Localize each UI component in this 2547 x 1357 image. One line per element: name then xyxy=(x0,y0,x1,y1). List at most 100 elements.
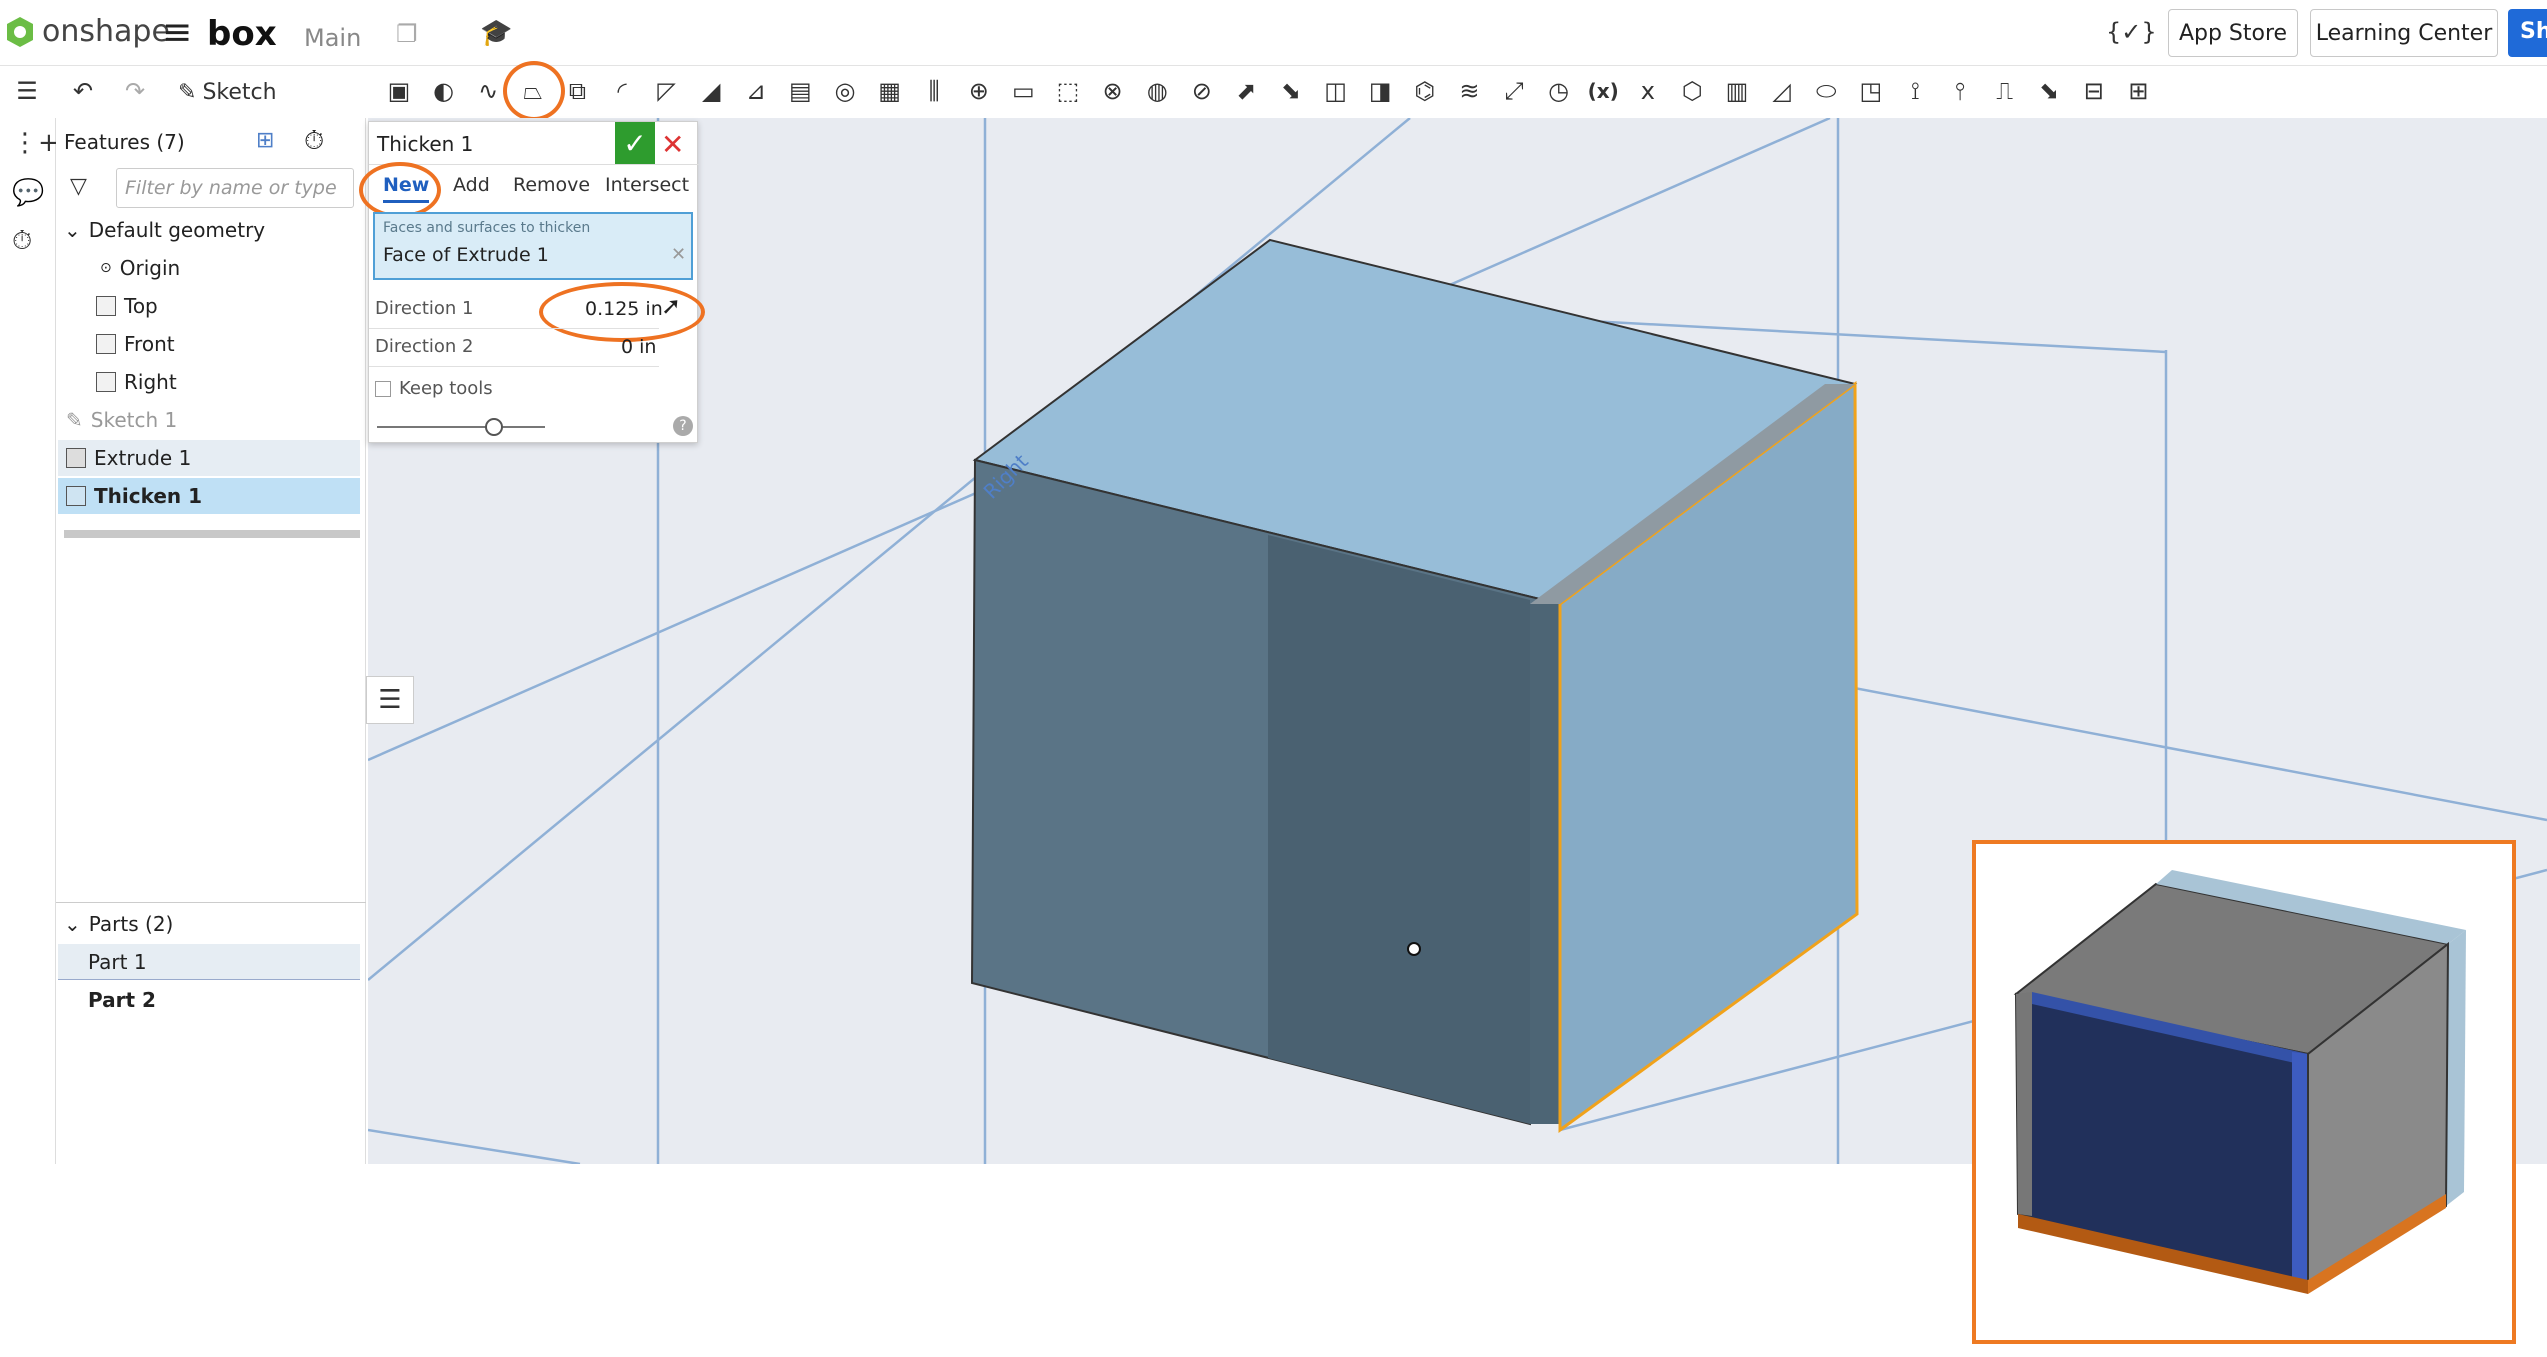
wrap-icon[interactable]: ◿ xyxy=(1761,70,1803,112)
right-plane-item[interactable]: Right xyxy=(96,370,177,394)
sketch-button[interactable]: ✎ Sketch xyxy=(178,74,277,110)
transform-icon[interactable]: ⬚ xyxy=(1047,70,1089,112)
offset-surface-icon[interactable]: ◫ xyxy=(1315,70,1357,112)
parts-folder[interactable]: ⌄ Parts (2) xyxy=(64,912,173,936)
mate-connector-icon[interactable]: ⌬ xyxy=(1404,70,1446,112)
origin-point-icon[interactable] xyxy=(1407,942,1421,956)
plane-icon[interactable]: ◨ xyxy=(1359,70,1401,112)
share-button[interactable]: Sh xyxy=(2508,9,2547,57)
part1-item[interactable]: Part 1 xyxy=(88,950,147,974)
redo-icon[interactable]: ↷ xyxy=(114,70,156,112)
learning-center-button[interactable]: Learning Center xyxy=(2310,9,2498,57)
add-folder-icon[interactable]: ⊞ xyxy=(256,128,274,153)
direction2-label: Direction 2 xyxy=(375,336,474,357)
accept-check-icon[interactable]: ✓ xyxy=(615,122,655,164)
extrude-icon[interactable]: ▣ xyxy=(378,70,420,112)
row-divider xyxy=(369,328,659,329)
explode-icon[interactable]: ⤢ xyxy=(1493,70,1535,112)
boolean-icon[interactable]: ⊕ xyxy=(958,70,1000,112)
rib-icon[interactable]: ⊿ xyxy=(735,70,777,112)
thicken1-item[interactable]: Thicken 1 xyxy=(66,484,202,508)
add-icon[interactable]: ⊞ xyxy=(2117,70,2159,112)
variable-icon[interactable]: (x) xyxy=(1582,70,1624,112)
replace-face-icon[interactable]: ⬊ xyxy=(1270,70,1312,112)
chevron-down-icon: ⌄ xyxy=(64,218,81,242)
faces-selection-box[interactable]: Faces and surfaces to thicken Face of Ex… xyxy=(373,212,693,280)
preview-slider-track[interactable] xyxy=(377,426,545,428)
inset-left-edge xyxy=(2016,992,2032,1216)
filter-icon[interactable]: ▽ xyxy=(70,174,87,199)
sketch1-item[interactable]: ✎ Sketch 1 xyxy=(66,408,177,432)
top-bar: onshape ≡ box Main ❐ 🎓 {✓} App Store Lea… xyxy=(0,0,2547,66)
delete-face-icon[interactable]: ⊘ xyxy=(1181,70,1223,112)
rollback-bar[interactable] xyxy=(64,530,360,538)
outline-list-icon[interactable]: ☰ xyxy=(366,676,414,724)
app-store-button[interactable]: App Store xyxy=(2168,9,2298,57)
flange-icon[interactable]: ⬭ xyxy=(1805,70,1847,112)
undo-icon[interactable]: ↶ xyxy=(62,70,104,112)
tab-icon[interactable]: ⟟ xyxy=(1894,70,1936,112)
part2-item[interactable]: Part 2 xyxy=(88,988,156,1012)
tab-intersect[interactable]: Intersect xyxy=(605,174,689,196)
rib-2-icon[interactable]: ▥ xyxy=(1716,70,1758,112)
help-icon[interactable]: ? xyxy=(673,416,693,436)
document-title[interactable]: box xyxy=(207,14,277,54)
modify-fillet-icon[interactable]: ◍ xyxy=(1136,70,1178,112)
versions-icon[interactable]: ❐ xyxy=(396,20,418,48)
pattern-icon[interactable]: ▦ xyxy=(869,70,911,112)
keep-tools-checkbox[interactable] xyxy=(375,380,391,397)
custom-feature-icon[interactable]: {✓} xyxy=(2106,18,2157,46)
top-plane-item[interactable]: Top xyxy=(96,294,158,318)
section-icon[interactable]: ⊟ xyxy=(2073,70,2115,112)
front-plane-label: Front xyxy=(124,332,175,356)
direction-highlight-circle xyxy=(539,282,705,342)
preview-slider-handle[interactable] xyxy=(485,418,503,436)
tab-remove[interactable]: Remove xyxy=(513,174,590,196)
workspace-name[interactable]: Main xyxy=(304,24,361,52)
dialog-title: Thicken 1 xyxy=(377,132,474,156)
default-geometry-folder[interactable]: ⌄ Default geometry xyxy=(64,218,265,242)
row-divider xyxy=(369,366,659,367)
cancel-x-icon[interactable]: ✕ xyxy=(661,128,684,161)
frame-icon[interactable]: ⬡ xyxy=(1671,70,1713,112)
extrude1-item[interactable]: Extrude 1 xyxy=(66,446,191,470)
comments-icon[interactable]: 💬 xyxy=(12,178,44,208)
thread-icon[interactable]: ⬊ xyxy=(2028,70,2070,112)
corner-icon[interactable]: ◳ xyxy=(1850,70,1892,112)
box-part[interactable]: Right xyxy=(970,238,1859,1133)
clear-selection-icon[interactable]: ✕ xyxy=(671,244,686,265)
chamfer-icon[interactable]: ◸ xyxy=(646,70,688,112)
fillet-icon[interactable]: ◜ xyxy=(601,70,643,112)
direction1-label: Direction 1 xyxy=(375,298,474,319)
measure-icon[interactable]: ◷ xyxy=(1538,70,1580,112)
mirror-icon[interactable]: ⫼ xyxy=(913,70,955,112)
faces-value: Face of Extrude 1 xyxy=(383,244,549,266)
draft-icon[interactable]: ◢ xyxy=(690,70,732,112)
feature-list-icon[interactable]: ☰ xyxy=(6,70,48,112)
text-icon[interactable]: ⎍ xyxy=(1984,70,2026,112)
move-face-icon[interactable]: ⬈ xyxy=(1225,70,1267,112)
tab-add[interactable]: Add xyxy=(453,174,490,196)
revolve-icon[interactable]: ◐ xyxy=(423,70,465,112)
onshape-logo[interactable]: onshape xyxy=(6,14,170,49)
jog-icon[interactable]: ⫯ xyxy=(1939,70,1981,112)
keep-tools-row[interactable]: Keep tools xyxy=(375,378,493,399)
front-plane-item[interactable]: Front xyxy=(96,332,175,356)
sheet-metal-icon[interactable]: x xyxy=(1627,70,1669,112)
inset-box-render xyxy=(2013,870,2466,1294)
direction2-input[interactable]: 0 in xyxy=(621,336,656,358)
hole-icon[interactable]: ◎ xyxy=(824,70,866,112)
add-feature-icon[interactable]: ⋮+ xyxy=(12,128,60,158)
filter-input[interactable]: Filter by name or type xyxy=(116,168,354,208)
shell-icon[interactable]: ▤ xyxy=(779,70,821,112)
origin-item[interactable]: ⊙ Origin xyxy=(100,256,180,280)
thicken-highlight-circle xyxy=(503,61,565,121)
helix-icon[interactable]: ≋ xyxy=(1448,70,1490,112)
history-icon[interactable]: ⏱ xyxy=(12,226,32,257)
delete-part-icon[interactable]: ⊗ xyxy=(1092,70,1134,112)
split-icon[interactable]: ▭ xyxy=(1002,70,1044,112)
rollback-timer-icon[interactable]: ⏱ xyxy=(304,126,324,157)
parts-header-label: Parts (2) xyxy=(88,912,174,936)
hamburger-menu-icon[interactable]: ≡ xyxy=(162,15,192,51)
learning-cap-icon[interactable]: 🎓 xyxy=(480,18,512,48)
